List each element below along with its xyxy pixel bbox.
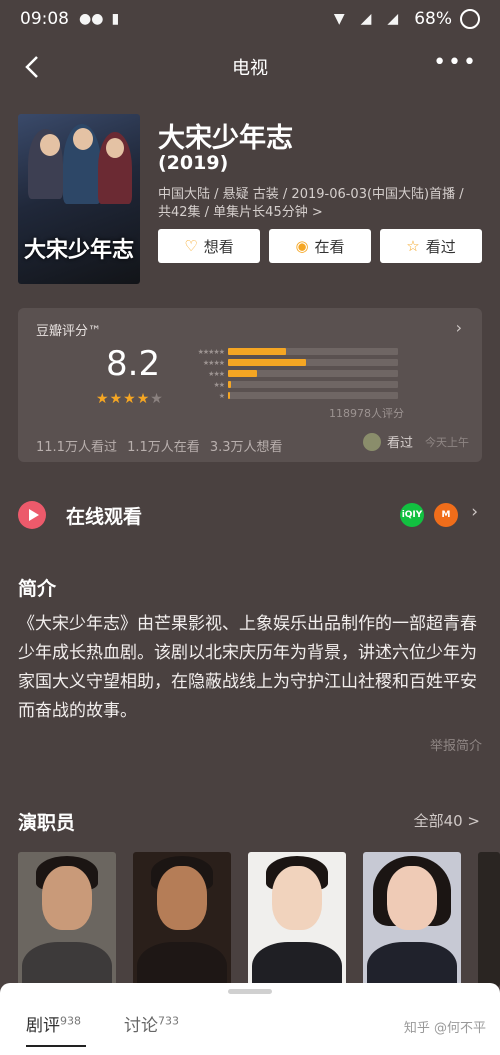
watched-label: 看过 [425,237,456,256]
rating-bar-fill [228,348,286,355]
discussion-count: 733 [158,1014,179,1028]
chevron-right-icon: › [471,502,478,522]
iqiyi-icon[interactable]: iQIY [400,503,424,527]
rating-bar-row: ★★★ [183,368,398,379]
movie-title: 大宋少年志 [158,123,293,154]
report-summary-link[interactable]: 举报简介 [430,735,482,754]
status-bar: 09:08 ●● ▮ ▼ ◢ ◢ 68% [0,0,500,38]
watched-button[interactable]: ☆ 看过 [380,229,482,263]
rating-bar-fill [228,370,257,377]
seen-time: 今天上午 [425,435,470,449]
cast-photo[interactable] [363,852,461,987]
wechat-icon: ●● [79,11,104,27]
poster-image[interactable]: 大宋少年志 [18,114,140,284]
want-label: 想看 [203,237,234,256]
page-title: 电视 [232,58,268,79]
watching-label: 在看 [314,237,345,256]
meta-line-2: 共42集 / 单集片长45分钟 > [158,205,323,220]
movie-year: (2019) [158,152,229,174]
online-watch-row[interactable]: 在线观看 iQIY M › [18,498,482,532]
star-level-icon: ★★★ [208,369,225,378]
audience-stats: 11.1万人看过 1.1万人在看 3.3万人想看 [36,440,283,455]
star-icon: ★ [109,391,124,407]
rating-bar-track [228,370,398,377]
avatar [363,432,381,451]
movie-meta[interactable]: 中国大陆 / 悬疑 古装 / 2019-06-03(中国大陆)首播 / 共42集… [158,186,483,222]
want-button[interactable]: ♡ 想看 [158,229,260,263]
tab-discussion[interactable]: 讨论733 [124,1011,179,1036]
star-icon: ★ [123,391,137,407]
meta-line-1: 中国大陆 / 悬疑 古装 / 2019-06-03(中国大陆)首播 / [158,187,464,202]
drag-handle[interactable] [228,989,272,994]
online-watch-label: 在线观看 [66,505,143,528]
watching-button[interactable]: ◉ 在看 [269,229,371,263]
cast-all-link[interactable]: 全部40 > [414,810,480,831]
rating-score: 8.2 [106,344,161,384]
cast-photo[interactable] [18,852,116,987]
rating-label: 豆瓣评分™ [36,324,102,339]
star-level-icon: ★★★★★ [197,347,225,356]
chevron-right-icon: › [455,318,462,337]
battery-percent: 68% [414,9,452,29]
summary-title: 简介 [18,578,57,600]
rating-bar-fill [228,392,230,399]
rating-bar-row: ★★★★ [183,357,398,368]
battery-saver-icon: ▮ [111,11,120,27]
rating-card[interactable]: 豆瓣评分™ › 8.2 ★★★★★ ★★★★★ ★★★★ ★★★ ★★ ★ 118978… [18,308,482,462]
wifi-icon: ▼ [333,11,345,27]
star-level-icon: ★★★★ [202,358,225,367]
heart-plus-icon: ♡ [184,237,198,255]
star-level-icon: ★ [218,391,225,400]
signal-2-icon: ◢ [387,11,399,27]
rating-bar-fill [228,381,232,388]
rating-count: 118978人评分 [329,407,404,420]
active-tab-indicator [26,1045,86,1047]
rating-bar-track [228,348,398,355]
star-icon: ★ [96,391,110,407]
more-icon[interactable]: ••• [433,50,478,75]
cast-photo[interactable] [478,852,500,987]
nav-bar: 电视 ••• [0,42,500,92]
cast-title: 演职员 [18,812,76,834]
tab-reviews[interactable]: 剧评938 [26,1011,81,1036]
play-icon [18,501,46,529]
star-icon: ★ [136,391,151,407]
reviews-count: 938 [60,1014,81,1028]
star-outline-icon: ☆ [406,237,420,255]
back-arrow-icon[interactable] [18,52,48,82]
rating-bar-fill [228,359,307,366]
star-level-icon: ★★ [213,380,225,389]
eye-icon: ◉ [295,237,309,255]
rating-bar-track [228,392,398,399]
star-icon: ★ [150,391,164,407]
cast-photo[interactable] [248,852,346,987]
status-time: 09:08 [20,9,69,29]
rating-bar-row: ★★★★★ [183,346,398,357]
rating-bar-row: ★ [183,390,398,401]
cast-photo[interactable] [133,852,231,987]
mango-tv-icon[interactable]: M [434,503,458,527]
battery-icon [460,9,480,29]
bottom-sheet[interactable]: 剧评938 讨论733 知乎 @何不平 [0,983,500,1055]
summary-text: 《大宋少年志》由芒果影视、上象娱乐出品制作的一部超青春少年成长热血剧。该剧以北宋… [18,614,477,721]
my-status: 看过 今天上午 [363,432,469,451]
signal-icon: ◢ [360,11,372,27]
rating-bar-row: ★★ [183,379,398,390]
rating-bar-track [228,381,398,388]
watermark: 知乎 @何不平 [403,1021,486,1036]
rating-bar-track [228,359,398,366]
seen-label: 看过 [387,436,414,451]
rating-stars: ★★★★★ [96,391,164,407]
rating-distribution: ★★★★★ ★★★★ ★★★ ★★ ★ [183,346,398,401]
poster-title: 大宋少年志 [23,237,134,263]
